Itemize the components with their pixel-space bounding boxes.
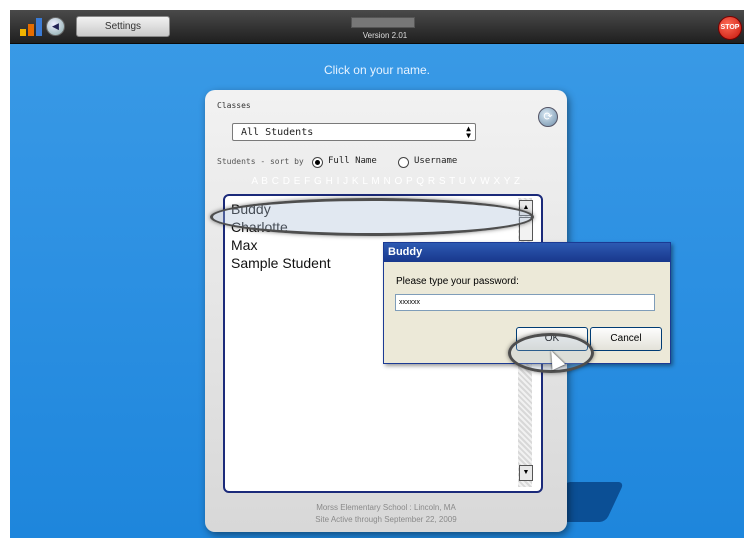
bar-chart-logo-icon [20, 18, 44, 36]
scroll-down-arrow-icon[interactable]: ▼ [519, 465, 533, 481]
instruction-text: Click on your name. [323, 63, 431, 77]
speaker-icon[interactable]: ◀ [46, 17, 65, 36]
refresh-icon[interactable]: ⟳ [538, 107, 558, 127]
site-active-text: Site Active through September 22, 2009 [315, 515, 457, 524]
alphabet-filter[interactable]: A B C D E F G H I J K L M N O P Q R S T … [205, 176, 567, 187]
password-prompt: Please type your password: [396, 276, 519, 287]
sort-by-label: Students - sort by [217, 157, 304, 166]
app-window: ◀ Settings Version 2.01 STOP Click on yo… [10, 10, 744, 538]
radio-selected-dot [315, 160, 320, 165]
radio-label-username[interactable]: Username [414, 156, 457, 166]
cancel-button[interactable]: Cancel [590, 327, 662, 351]
list-item[interactable]: Sample Student [231, 255, 331, 271]
radio-label-full-name[interactable]: Full Name [328, 156, 377, 166]
top-toolbar: ◀ Settings Version 2.01 STOP [10, 10, 744, 44]
dialog-title: Buddy [384, 243, 670, 262]
radio-username[interactable] [398, 157, 409, 168]
select-arrows-icon: ▲ ▼ [466, 124, 471, 140]
password-field[interactable]: xxxxxx [395, 294, 655, 311]
settings-button[interactable]: Settings [76, 16, 170, 37]
version-indicator [351, 17, 415, 28]
radio-full-name[interactable] [312, 157, 323, 168]
classes-select[interactable]: All Students ▲ ▼ [232, 123, 476, 141]
school-name: Morss Elementary School : Lincoln, MA [316, 503, 456, 512]
name-highlight-ellipse [210, 198, 534, 236]
version-label: Version 2.01 [362, 31, 408, 40]
stop-button[interactable]: STOP [718, 16, 742, 40]
classes-label: Classes [217, 101, 251, 110]
classes-select-value: All Students [241, 127, 314, 138]
list-item[interactable]: Max [231, 237, 257, 253]
